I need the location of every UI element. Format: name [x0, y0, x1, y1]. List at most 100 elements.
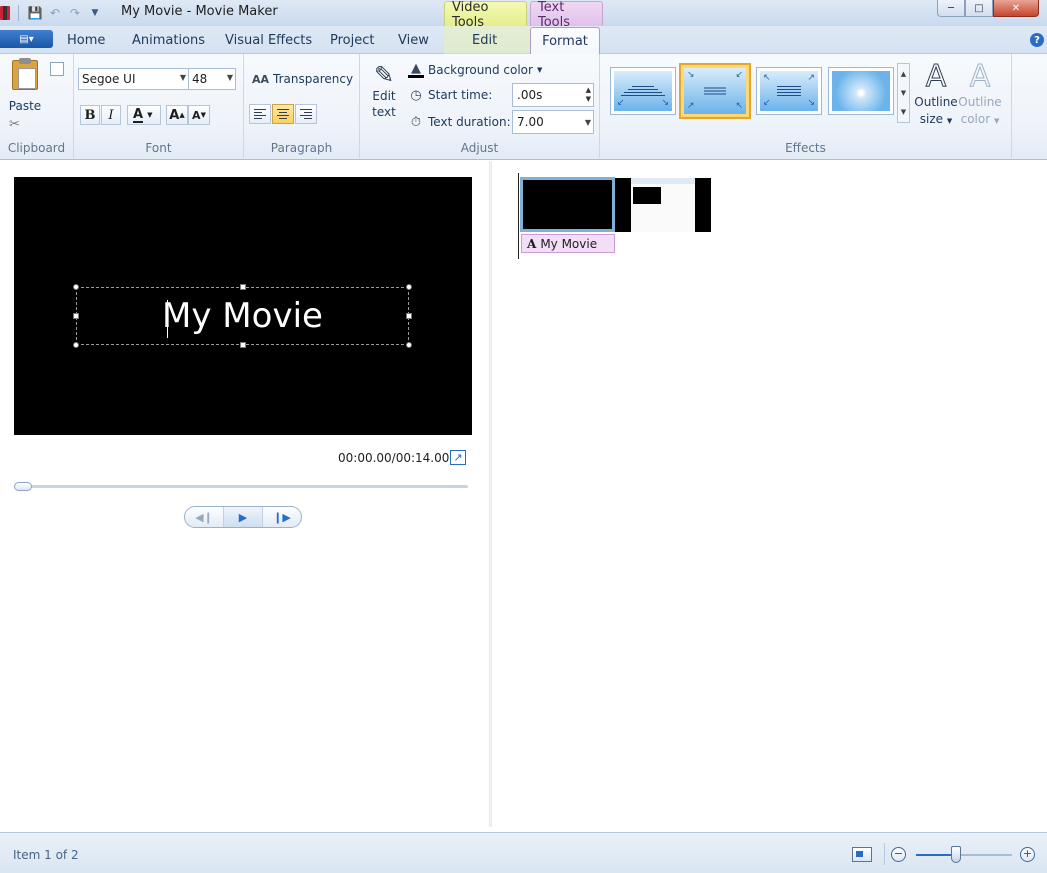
effect-preview-zoom-in: ↘ ↙ ↗ ↖ [684, 68, 746, 114]
caption-text-box[interactable]: My Movie [73, 284, 412, 348]
resize-handle-bottom-right[interactable] [406, 342, 412, 348]
window-title: My Movie - Movie Maker [121, 4, 278, 19]
chevron-down-icon: ▼ [147, 111, 153, 119]
time-display: 00:00.00/00:14.00 [338, 451, 450, 465]
text-duration-label: Text duration: [428, 115, 511, 129]
resize-handle-top-left[interactable] [73, 284, 79, 290]
outline-color-label-2: color ▼ [960, 112, 1000, 126]
align-right-button[interactable] [295, 104, 317, 124]
play-icon[interactable]: ▶ [224, 507, 263, 527]
chevron-up-icon[interactable]: ▲ [901, 70, 906, 78]
clipboard-group: Paste ✂ Clipboard [0, 54, 74, 158]
edit-text-button[interactable]: ✎ Edit text [368, 62, 400, 120]
effect-thumb-zoom-in[interactable]: ↘ ↙ ↗ ↖ [679, 63, 751, 119]
context-tab-text-tools: Text Tools [530, 0, 603, 30]
app-icon[interactable] [0, 6, 10, 20]
ribbon-tab-row: ▤▾ Home Animations Visual Effects Projec… [0, 26, 1047, 55]
resize-handle-bottom[interactable] [240, 342, 246, 348]
start-time-input[interactable]: .00s ▲ ▼ [512, 83, 594, 107]
transparency-button[interactable]: AA Transparency [252, 72, 353, 86]
align-left-button[interactable] [249, 104, 271, 124]
edit-text-icon: ✎ [373, 61, 395, 89]
next-frame-icon[interactable]: ❙▶ [263, 507, 301, 527]
zoom-in-icon[interactable]: + [1020, 847, 1035, 862]
zoom-out-icon[interactable]: − [891, 847, 906, 862]
maximize-button[interactable]: □ [965, 0, 993, 17]
font-group: Segoe UI ▼ 48 ▼ B I A ▼ A ▲ A ▼ Font [74, 54, 244, 158]
text-duration-dropdown[interactable]: 7.00 ▼ [512, 110, 594, 134]
storyboard-playhead[interactable] [518, 173, 519, 259]
tab-project[interactable]: Project [330, 33, 374, 48]
tab-format[interactable]: Format [530, 27, 600, 55]
zoom-slider-thumb[interactable] [951, 846, 961, 863]
paste-button[interactable]: Paste [6, 58, 44, 113]
clip-frame-content [633, 187, 661, 204]
copy-icon[interactable] [50, 62, 64, 76]
background-color-label: Background color [428, 63, 533, 77]
align-center-button[interactable] [272, 104, 294, 124]
help-icon[interactable]: ? [1030, 33, 1044, 47]
redo-icon[interactable]: ↷ [65, 4, 85, 22]
background-color-button[interactable]: ▲ Background color ▼ [408, 61, 542, 78]
customize-qat-icon[interactable]: ▼ [85, 4, 105, 22]
italic-button[interactable]: I [101, 105, 121, 125]
aspect-ratio-icon[interactable] [852, 847, 872, 862]
outline-color-button[interactable]: A Outline color ▼ [958, 59, 1002, 130]
fullscreen-icon[interactable]: ↗ [450, 450, 466, 465]
cut-icon[interactable]: ✂ [9, 117, 20, 132]
title-clip-thumbnail[interactable] [520, 177, 615, 232]
seek-thumb[interactable] [14, 482, 32, 491]
video-preview[interactable]: My Movie [14, 177, 472, 435]
font-color-button[interactable]: A ▼ [127, 105, 161, 125]
shrink-font-icon: A [192, 108, 201, 122]
zoom-slider[interactable] [916, 854, 1012, 856]
effects-gallery-scroll[interactable]: ▲ ▼ ▼ [897, 63, 910, 123]
resize-handle-left[interactable] [73, 313, 79, 319]
close-button[interactable]: ✕ [993, 0, 1039, 17]
seek-bar[interactable] [14, 485, 468, 488]
chevron-down-icon[interactable]: ▼ [901, 89, 906, 97]
minimize-button[interactable]: ─ [937, 0, 965, 17]
text-duration-label-row: ⏱ Text duration: [408, 114, 511, 130]
undo-icon[interactable]: ↶ [45, 4, 65, 22]
playback-controls: ◀❙ ▶ ❙▶ [184, 506, 302, 528]
tab-home[interactable]: Home [67, 33, 105, 48]
spinner-arrows-icon[interactable]: ▲ ▼ [586, 86, 591, 104]
text-cursor [167, 300, 168, 338]
bold-button[interactable]: B [80, 105, 100, 125]
tab-visual-effects[interactable]: Visual Effects [225, 33, 312, 48]
tab-view[interactable]: View [398, 33, 429, 48]
context-tab-video-tools: Video Tools [444, 0, 527, 30]
chevron-down-icon: ▼ [179, 73, 186, 82]
expand-gallery-icon[interactable]: ▼ [901, 108, 906, 116]
resize-handle-top-right[interactable] [406, 284, 412, 290]
caption-chip[interactable]: A My Movie [521, 234, 615, 253]
outline-size-button[interactable]: A Outline size ▼ [914, 59, 958, 130]
effects-group-label: Effects [785, 141, 826, 155]
font-family-dropdown[interactable]: Segoe UI ▼ [78, 68, 189, 90]
resize-handle-bottom-left[interactable] [73, 342, 79, 348]
clock-icon: ◷ [410, 87, 422, 103]
paragraph-group: AA Transparency Paragraph [244, 54, 360, 158]
effect-thumb-scroll[interactable]: ↙ ↘ [610, 67, 676, 115]
resize-handle-right[interactable] [406, 313, 412, 319]
tab-animations[interactable]: Animations [132, 33, 205, 48]
shrink-font-button[interactable]: A ▼ [188, 105, 210, 125]
resize-handle-top[interactable] [240, 284, 246, 290]
tab-edit[interactable]: Edit [472, 33, 497, 48]
effect-thumb-sparkle[interactable] [828, 67, 894, 115]
grow-font-button[interactable]: A ▲ [166, 105, 188, 125]
save-icon[interactable]: 💾 [25, 4, 45, 22]
app-menu-button[interactable]: ▤▾ [0, 30, 53, 48]
outline-size-label-2: size ▼ [919, 112, 953, 126]
caption-text[interactable]: My Movie [77, 296, 408, 336]
effect-thumb-zoom-out[interactable]: ↖ ↗ ↙ ↘ [756, 67, 822, 115]
previous-frame-icon[interactable]: ◀❙ [185, 507, 224, 527]
paragraph-group-label: Paragraph [270, 141, 333, 155]
font-family-value: Segoe UI [82, 72, 136, 86]
font-size-dropdown[interactable]: 48 ▼ [188, 68, 236, 90]
video-clip-thumbnail[interactable] [615, 178, 711, 232]
clipboard-group-label: Clipboard [7, 141, 66, 155]
text-duration-value: 7.00 [517, 115, 544, 129]
effect-preview-zoom-out: ↖ ↗ ↙ ↘ [760, 71, 818, 111]
